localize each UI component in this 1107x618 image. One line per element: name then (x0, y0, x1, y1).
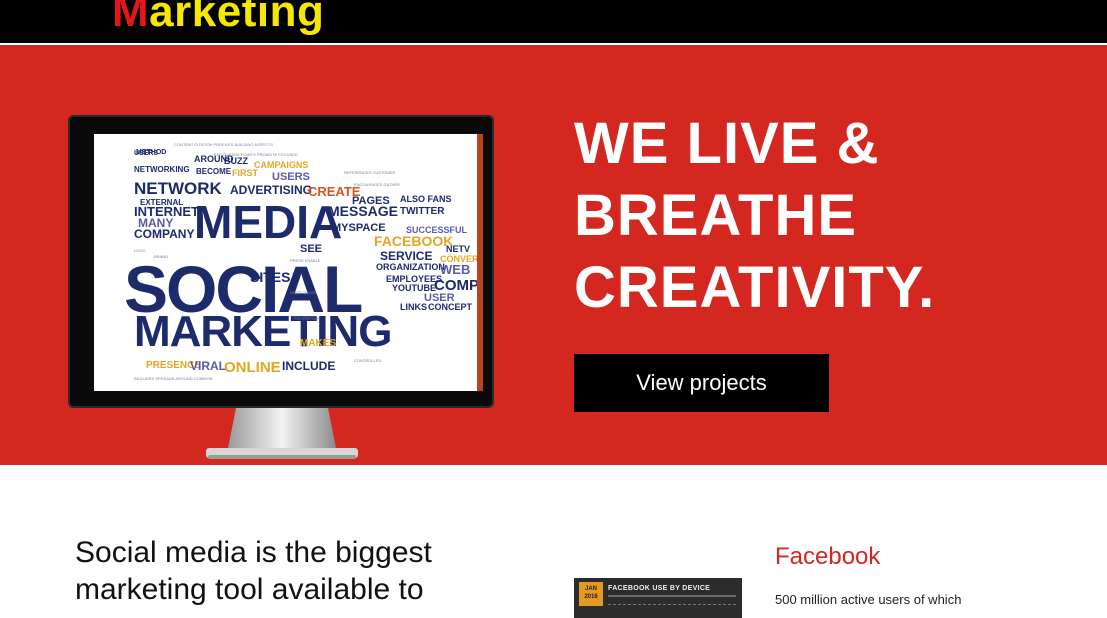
hero-title-line: BREATHE (574, 183, 858, 248)
svg-text:MEDIA: MEDIA (194, 196, 342, 248)
top-header: Marketing (0, 0, 1107, 43)
svg-text:REFERENCES CUSTOMER: REFERENCES CUSTOMER (344, 170, 395, 175)
svg-text:ORGANIZATION: ORGANIZATION (376, 262, 445, 272)
logo-text: arketing (149, 0, 325, 36)
infographic-date-badge: JAN 2016 (579, 582, 603, 606)
svg-text:CAMPAIGNS: CAMPAIGNS (254, 160, 308, 170)
svg-text:WEB: WEB (440, 262, 470, 277)
svg-text:EXTERNAL: EXTERNAL (140, 198, 183, 207)
facebook-usage-infographic: JAN 2016 FACEBOOK USE BY DEVICE (574, 578, 742, 618)
view-projects-button[interactable]: View projects (574, 354, 829, 412)
svg-text:USERS: USERS (272, 171, 310, 183)
svg-text:FACEBOOK: FACEBOOK (374, 233, 453, 249)
svg-text:NETV: NETV (446, 244, 470, 254)
svg-text:SERVICE: SERVICE (380, 249, 432, 263)
svg-text:SITES: SITES (250, 269, 290, 285)
svg-text:LINKS: LINKS (400, 302, 427, 312)
svg-text:NETWORKING: NETWORKING (134, 165, 190, 174)
infographic-divider (608, 604, 736, 609)
hero-title-line: CREATIVITY. (574, 255, 936, 320)
svg-text:BUZZ: BUZZ (224, 156, 248, 166)
svg-text:METHOD: METHOD (136, 149, 166, 156)
svg-text:ENCOURAGES GATHER: ENCOURAGES GATHER (354, 182, 400, 187)
svg-text:TWITTER: TWITTER (400, 206, 445, 217)
social-media-wordcloud: USERS METHOD NETWORKING AROUND BECOME BU… (94, 134, 483, 391)
hero-section: USERS METHOD NETWORKING AROUND BECOME BU… (0, 45, 1107, 465)
svg-text:CONTROLLED: CONTROLLED (354, 358, 381, 363)
monitor-image: USERS METHOD NETWORKING AROUND BECOME BU… (68, 115, 494, 408)
svg-text:ADVERTISING: ADVERTISING (230, 183, 312, 197)
svg-text:VIRAL: VIRAL (190, 359, 226, 373)
svg-text:CONVER: CONVER (440, 254, 477, 264)
infographic-subtitle-bar (608, 595, 736, 597)
svg-text:COMPANY: COMPANY (134, 227, 194, 241)
svg-text:MARKETING: MARKETING (134, 307, 391, 356)
wordcloud-graphic: USERS METHOD NETWORKING AROUND BECOME BU… (124, 142, 477, 381)
hero-title-line: WE LIVE & (574, 111, 880, 176)
svg-text:LOGO: LOGO (134, 248, 146, 253)
svg-text:PAGES: PAGES (352, 195, 390, 207)
site-logo[interactable]: Marketing (112, 0, 324, 40)
svg-text:BRAND: BRAND (154, 254, 168, 259)
svg-text:INCLUDES SPREADS AROUND COMMON: INCLUDES SPREADS AROUND COMMON (134, 376, 213, 381)
infographic-title: FACEBOOK USE BY DEVICE (608, 585, 711, 592)
svg-text:MUST CHASE: MUST CHASE (290, 290, 316, 295)
facebook-text: 500 million active users of which (775, 592, 962, 607)
svg-text:CONTENT CITATION PROFILES BUIL: CONTENT CITATION PROFILES BUILDING ASPEC… (174, 142, 273, 147)
svg-text:CONCEPT: CONCEPT (428, 302, 473, 312)
svg-text:ONLINE: ONLINE (224, 359, 281, 376)
svg-text:BECOME: BECOME (196, 167, 232, 176)
svg-text:ALSO FANS: ALSO FANS (400, 194, 452, 204)
hero-title: WE LIVE & BREATHE CREATIVITY. (574, 108, 1074, 324)
monitor-stand (206, 408, 358, 459)
content-heading: Social media is the biggest marketing to… (75, 536, 432, 606)
svg-text:INCLUDE: INCLUDE (282, 359, 335, 373)
svg-text:ENCOURAGE POINTS PROMOTE FOCUS: ENCOURAGE POINTS PROMOTE FOCUSED (214, 152, 298, 157)
facebook-heading: Facebook (775, 543, 881, 570)
svg-text:SEE: SEE (300, 243, 322, 255)
svg-text:PRESS ENABLE: PRESS ENABLE (290, 258, 321, 263)
svg-text:PROPERTIES: PROPERTIES (294, 316, 320, 321)
svg-text:MAKES: MAKES (300, 338, 336, 349)
logo-initial: M (112, 0, 150, 36)
